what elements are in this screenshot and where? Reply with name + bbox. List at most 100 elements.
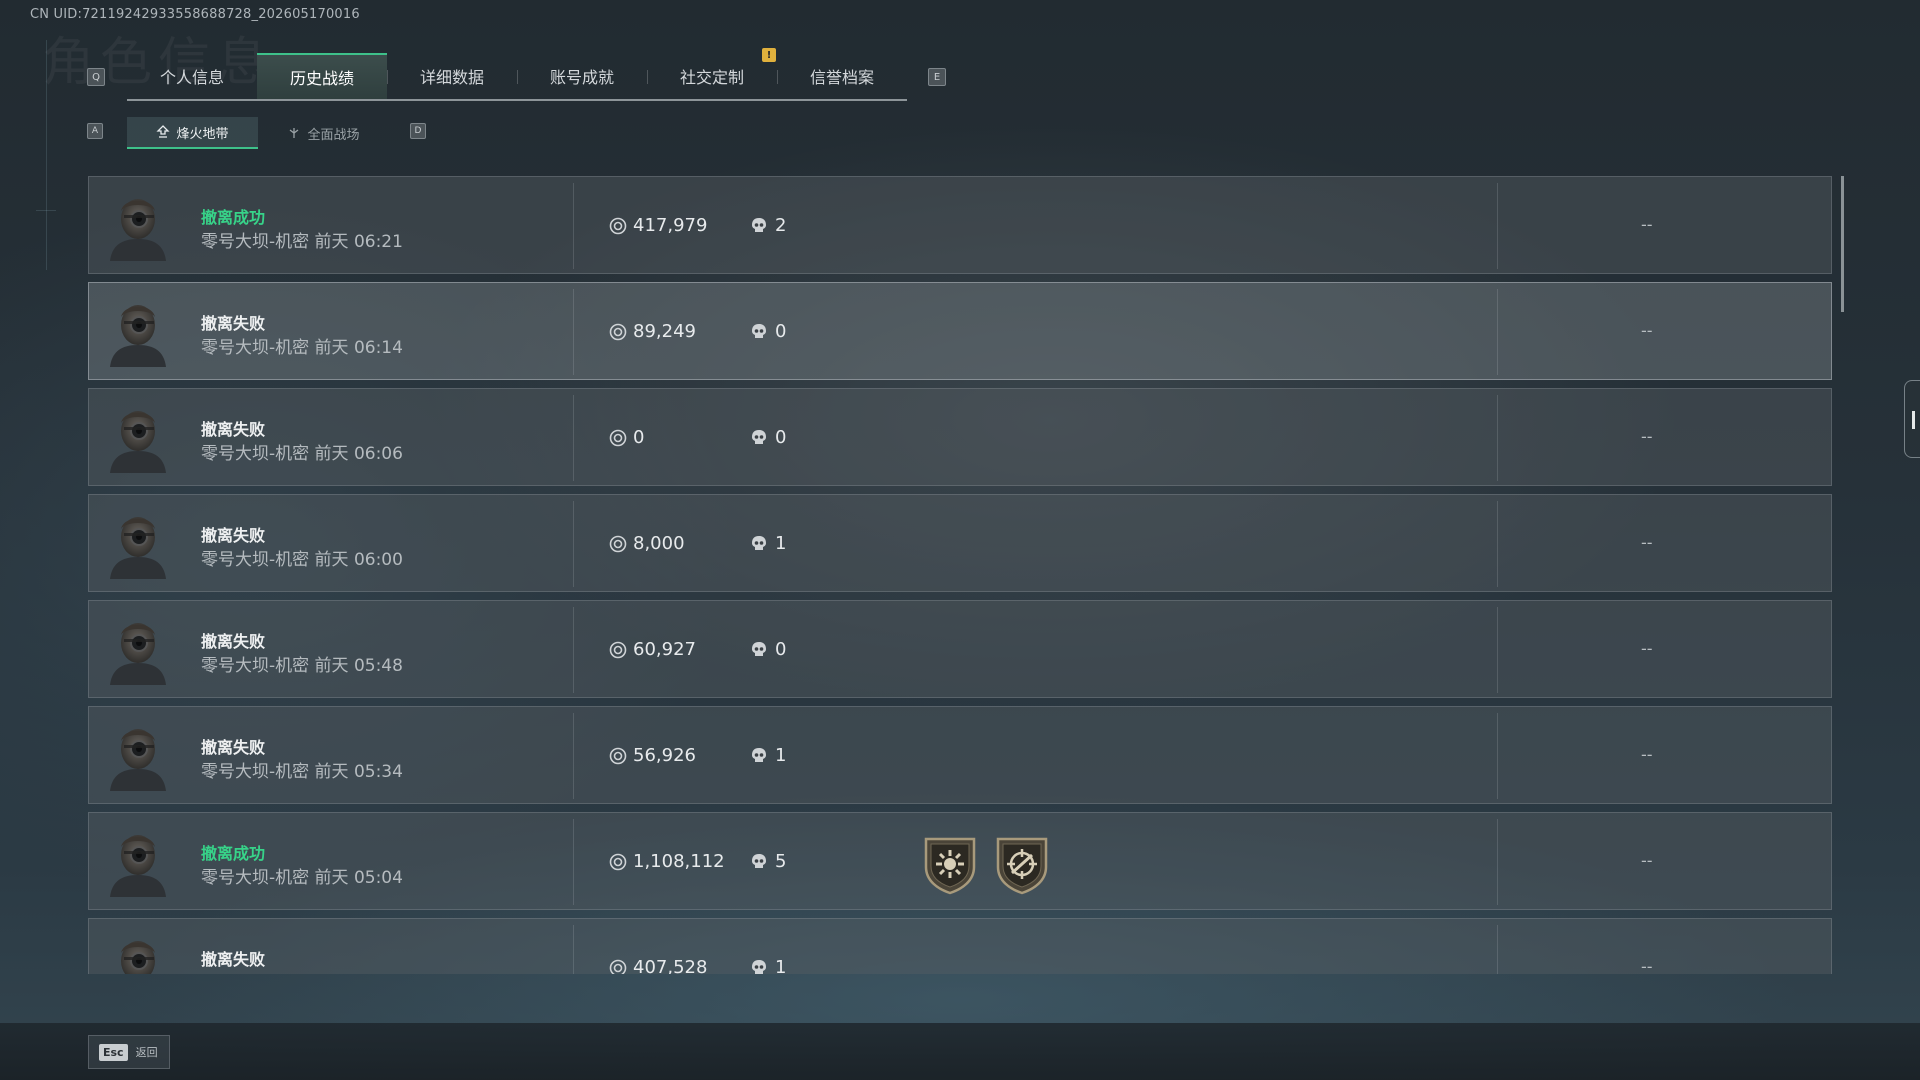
- column-divider: [573, 289, 574, 375]
- kill-count-number: 0: [775, 639, 787, 660]
- kill-count-number: 1: [775, 957, 787, 974]
- column-divider: [573, 819, 574, 905]
- operator-avatar: [121, 941, 155, 974]
- map-name: 零号大坝-机密: [201, 444, 310, 464]
- kill-count-number: 0: [775, 321, 787, 342]
- kill-count: 5: [751, 851, 786, 872]
- extra-column-value: --: [1641, 745, 1653, 764]
- main-tab-bar: 个人信息 历史战绩 详细数据 账号成就 社交定制 信誉档案: [127, 53, 907, 101]
- kill-count-number: 1: [775, 533, 787, 554]
- loot-value-amount: 417,979: [633, 215, 708, 236]
- new-alert-icon: !: [762, 48, 776, 62]
- next-tab-key-hint[interactable]: E: [928, 68, 946, 86]
- tab-reputation-file[interactable]: 信誉档案: [777, 53, 907, 99]
- extra-column-value: --: [1641, 427, 1653, 446]
- value-coin-icon: [609, 747, 627, 764]
- tab-personal-info[interactable]: 个人信息: [127, 53, 257, 99]
- loot-value-amount: 89,249: [633, 321, 696, 342]
- kill-count: 2: [751, 215, 786, 236]
- column-divider: [1497, 819, 1498, 905]
- kill-count: 1: [751, 957, 786, 974]
- extra-column-value: --: [1641, 321, 1653, 340]
- extra-column-value: --: [1641, 533, 1653, 552]
- back-button[interactable]: Esc 返回: [88, 1035, 170, 1069]
- loot-value: 8,000: [609, 533, 685, 554]
- esc-key-hint: Esc: [99, 1043, 128, 1061]
- extra-column-value: --: [1641, 851, 1653, 870]
- column-divider: [573, 501, 574, 587]
- value-coin-icon: [609, 959, 627, 974]
- loot-value-amount: 1,108,112: [633, 851, 725, 872]
- match-time: 前天 05:04: [314, 868, 403, 888]
- loot-value-amount: 407,528: [633, 957, 708, 974]
- match-time: 前天 05:34: [314, 762, 403, 782]
- operator-avatar: [110, 199, 166, 261]
- map-name: 零号大坝-机密: [201, 338, 310, 358]
- column-divider: [1497, 395, 1498, 481]
- loot-value: 56,926: [609, 745, 696, 766]
- list-scrollbar[interactable]: [1841, 176, 1844, 312]
- decorative-line: [46, 40, 47, 270]
- column-divider: [1497, 713, 1498, 799]
- match-row[interactable]: 撤离失败 零号大坝-机密 前天 06:14 89,249 0 --: [88, 282, 1832, 380]
- loot-value-amount: 0: [633, 427, 645, 448]
- extra-column-value: --: [1641, 639, 1653, 658]
- value-coin-icon: [609, 217, 627, 234]
- side-panel-handle[interactable]: [1904, 380, 1920, 458]
- loot-value: 89,249: [609, 321, 696, 342]
- match-row[interactable]: 撤离失败 零号大坝-机密 前天 05:48 60,927 0 --: [88, 600, 1832, 698]
- column-divider: [573, 183, 574, 269]
- bottom-bar: [0, 1023, 1920, 1080]
- column-divider: [1497, 925, 1498, 974]
- kill-count-icon: [752, 323, 766, 338]
- kill-count-icon: [752, 429, 766, 444]
- match-time: 前天 06:21: [314, 232, 403, 252]
- column-divider: [573, 925, 574, 974]
- prev-subtab-key-hint[interactable]: A: [87, 123, 103, 139]
- sun-emblem-badge-icon: [924, 837, 976, 895]
- tab-match-history[interactable]: 历史战绩: [257, 53, 387, 99]
- flame-zone-icon: [156, 125, 171, 138]
- match-row[interactable]: 撤离失败零号大坝-机密 前天 04:40 407,528 1 --: [88, 918, 1832, 974]
- tab-detailed-data[interactable]: 详细数据: [387, 53, 517, 99]
- match-row[interactable]: 撤离失败 零号大坝-机密 前天 05:34 56,926 1 --: [88, 706, 1832, 804]
- column-divider: [1497, 183, 1498, 269]
- column-divider: [573, 713, 574, 799]
- match-row[interactable]: 撤离成功 零号大坝-机密 前天 05:04 1,108,112 5 --: [88, 812, 1832, 910]
- value-coin-icon: [609, 535, 627, 552]
- match-row[interactable]: 撤离失败 零号大坝-机密 前天 06:06 0 0 --: [88, 388, 1832, 486]
- operator-avatar: [110, 623, 166, 685]
- kill-count-icon: [752, 535, 766, 550]
- subtab-full-battlefield[interactable]: 全面战场: [258, 117, 389, 149]
- loot-value: 417,979: [609, 215, 707, 236]
- prev-tab-key-hint[interactable]: Q: [87, 68, 105, 86]
- match-history-list: 撤离成功 零号大坝-机密 前天 06:21 417,979 2 -- 撤离失败 零号大坝-…: [88, 176, 1832, 974]
- loot-value: 0: [609, 427, 644, 448]
- operator-avatar: [110, 835, 166, 897]
- extraction-status: 撤离成功: [201, 208, 266, 227]
- kill-count-icon: [752, 747, 766, 762]
- crosshair-badge-icon: [996, 837, 1048, 895]
- next-subtab-key-hint[interactable]: D: [410, 123, 426, 139]
- operator-avatar: [110, 517, 166, 579]
- match-row[interactable]: 撤离成功 零号大坝-机密 前天 06:21 417,979 2 --: [88, 176, 1832, 274]
- map-and-time: 零号大坝-机密 前天 06:21: [201, 227, 403, 252]
- loot-value: 407,528: [609, 957, 707, 974]
- map-name: 零号大坝-机密: [201, 232, 310, 252]
- map-and-time: 零号大坝-机密 前天 06:14: [201, 333, 403, 358]
- extraction-status: 撤离失败: [201, 314, 266, 333]
- kill-count-number: 1: [775, 745, 787, 766]
- kill-count-icon: [752, 959, 766, 974]
- extraction-status: 撤离成功: [201, 844, 266, 863]
- match-row[interactable]: 撤离失败 零号大坝-机密 前天 06:00 8,000 1 --: [88, 494, 1832, 592]
- operator-avatar: [110, 411, 166, 473]
- extraction-status: 撤离失败: [201, 526, 266, 545]
- tab-achievements[interactable]: 账号成就: [517, 53, 647, 99]
- column-divider: [573, 607, 574, 693]
- value-coin-icon: [609, 641, 627, 658]
- decorative-tick: [36, 210, 56, 211]
- tab-social-customization[interactable]: 社交定制: [647, 53, 777, 99]
- kill-count-number: 0: [775, 427, 787, 448]
- subtab-flame-zone[interactable]: 烽火地带: [127, 117, 258, 149]
- column-divider: [573, 395, 574, 481]
